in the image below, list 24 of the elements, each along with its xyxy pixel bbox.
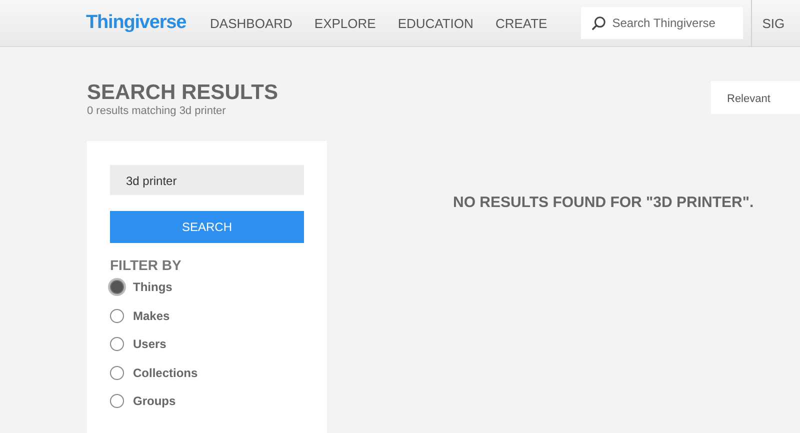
radio-button[interactable] [110, 280, 124, 294]
filter-label[interactable]: Makes [133, 308, 170, 323]
search-field[interactable]: Search Thingiverse [581, 7, 744, 39]
radio-button[interactable] [110, 366, 124, 380]
search-field[interactable]: 3d printer [110, 165, 304, 195]
filter-label[interactable]: Things [133, 280, 172, 294]
filter-label[interactable]: Collections [133, 366, 198, 380]
sign-in-link[interactable]: SIG [762, 16, 785, 30]
filter-heading: FILTER BY [110, 257, 182, 273]
radio-button[interactable] [110, 308, 124, 323]
nav-link[interactable]: EDUCATION [398, 16, 474, 30]
nav-link[interactable]: CREATE [495, 16, 548, 30]
radio-button[interactable] [110, 394, 124, 408]
page-title: SEARCH RESULTS [87, 81, 278, 105]
sort-dropdown[interactable]: Relevant [711, 81, 800, 114]
search-button[interactable]: SEARCH [110, 211, 304, 243]
filter-label[interactable]: Users [133, 337, 166, 352]
search-icon [591, 16, 606, 31]
nav-link[interactable]: DASHBOARD [210, 16, 292, 30]
no-results-message: NO RESULTS FOUND FOR "3D PRINTER". [453, 194, 754, 213]
filter-label[interactable]: Groups [133, 394, 176, 408]
results-count: 0 results matching 3d printer [87, 105, 227, 117]
nav-link[interactable]: EXPLORE [314, 16, 376, 30]
radio-button[interactable] [110, 337, 124, 352]
